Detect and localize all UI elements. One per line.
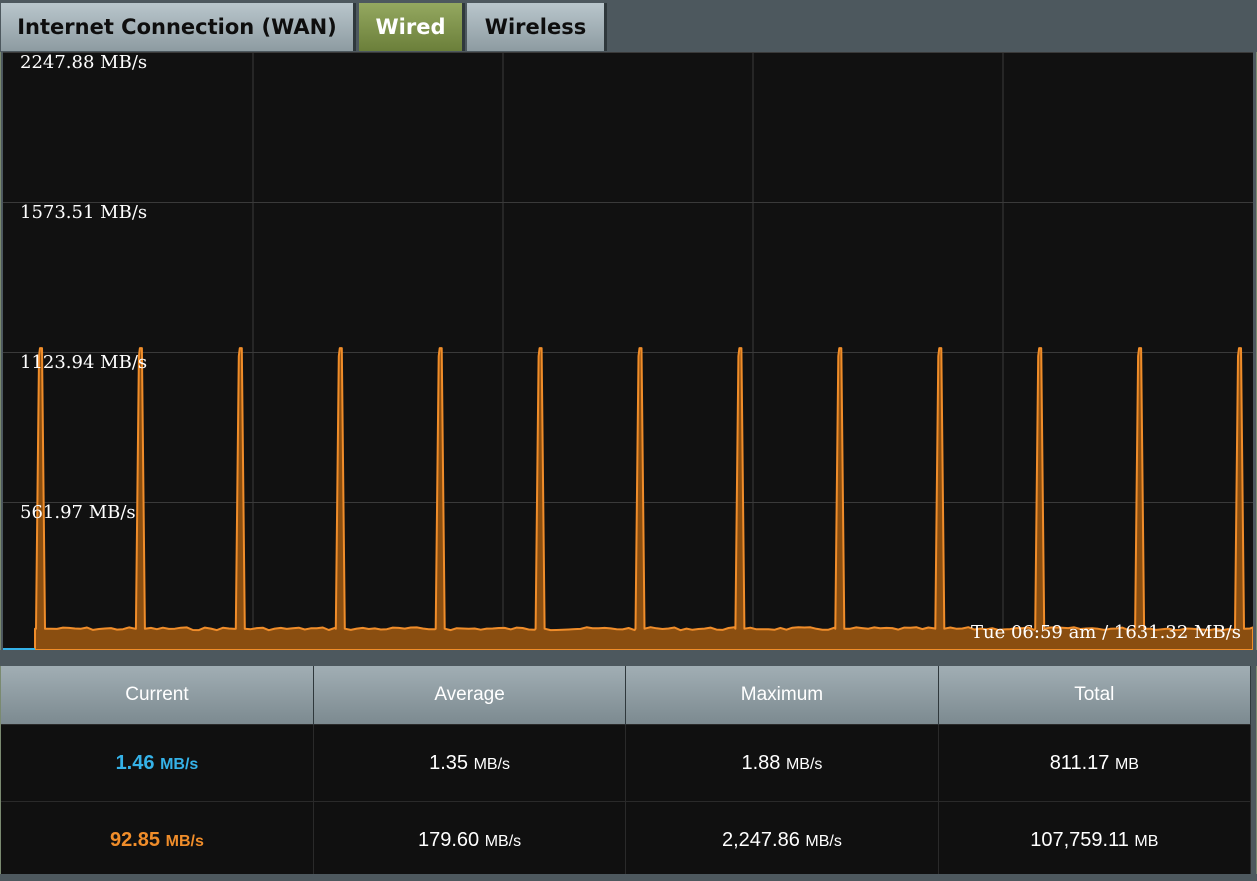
tx-total-cell: 107,759.11 MB (938, 801, 1252, 878)
tx-current-unit: MB/s (165, 832, 204, 850)
tab-internet-connection-wan[interactable]: Internet Connection (WAN) (1, 3, 356, 51)
tx-total-value: 107,759.11 (1030, 828, 1129, 851)
tx-average-value: 179.60 (417, 828, 480, 851)
rx-average-value: 1.35 (429, 751, 469, 774)
rx-maximum-value: 1.88 (741, 751, 781, 774)
tx-maximum-cell: 2,247.86 MB/s (625, 801, 939, 878)
rx-total-cell: 811.17 MB (938, 724, 1252, 802)
traffic-series-area (34, 347, 1253, 650)
tx-current-value: 92.85 (110, 828, 161, 851)
rx-total-value: 811.17 (1049, 751, 1110, 774)
y-label-4: 561.97 MB/s (20, 502, 136, 523)
y-label-2: 1573.51 MB/s (20, 202, 148, 223)
rx-current-value: 1.46 (115, 751, 155, 774)
rx-maximum-unit: MB/s (785, 755, 823, 773)
stats-header-row: Current Average Maximum Total (1, 666, 1252, 725)
tx-average-cell: 179.60 MB/s (313, 801, 627, 878)
tab-bar: Internet Connection (WAN) Wired Wireless (0, 0, 1257, 52)
tx-total-unit: MB (1134, 832, 1159, 850)
header-current: Current (1, 666, 314, 725)
header-average: Average (313, 666, 627, 725)
traffic-chart-svg (3, 52, 1253, 650)
stats-row-transmitted: 92.85 MB/s 179.60 MB/s 2,247.86 MB/s 107… (1, 801, 1252, 878)
rx-total-unit: MB (1114, 755, 1139, 773)
header-maximum: Maximum (625, 666, 939, 725)
bottom-border (0, 874, 1257, 881)
tab-wireless[interactable]: Wireless (467, 3, 607, 51)
tx-maximum-unit: MB/s (805, 832, 842, 850)
rx-maximum-cell: 1.88 MB/s (625, 724, 939, 802)
y-label-3: 1123.94 MB/s (20, 352, 148, 373)
traffic-chart: 2247.88 MB/s 1573.51 MB/s 1123.94 MB/s 5… (3, 52, 1253, 650)
rx-average-unit: MB/s (473, 755, 511, 773)
rx-current-cell: 1.46 MB/s (1, 724, 314, 802)
tx-maximum-value: 2,247.86 (722, 828, 800, 851)
tab-wired[interactable]: Wired (359, 3, 465, 51)
stats-table: Current Average Maximum Total 1.46 MB/s … (1, 666, 1252, 878)
rx-average-cell: 1.35 MB/s (313, 724, 627, 802)
tx-current-cell: 92.85 MB/s (1, 801, 314, 878)
stats-row-received: 1.46 MB/s 1.35 MB/s 1.88 MB/s 811.17 MB (1, 724, 1252, 802)
chart-footer-band (0, 650, 1257, 666)
header-total: Total (938, 666, 1252, 725)
tx-average-unit: MB/s (484, 832, 522, 850)
y-label-max: 2247.88 MB/s (20, 52, 148, 73)
chart-tooltip: Tue 06:59 am / 1631.32 MB/s (971, 622, 1241, 643)
rx-current-unit: MB/s (160, 755, 199, 773)
